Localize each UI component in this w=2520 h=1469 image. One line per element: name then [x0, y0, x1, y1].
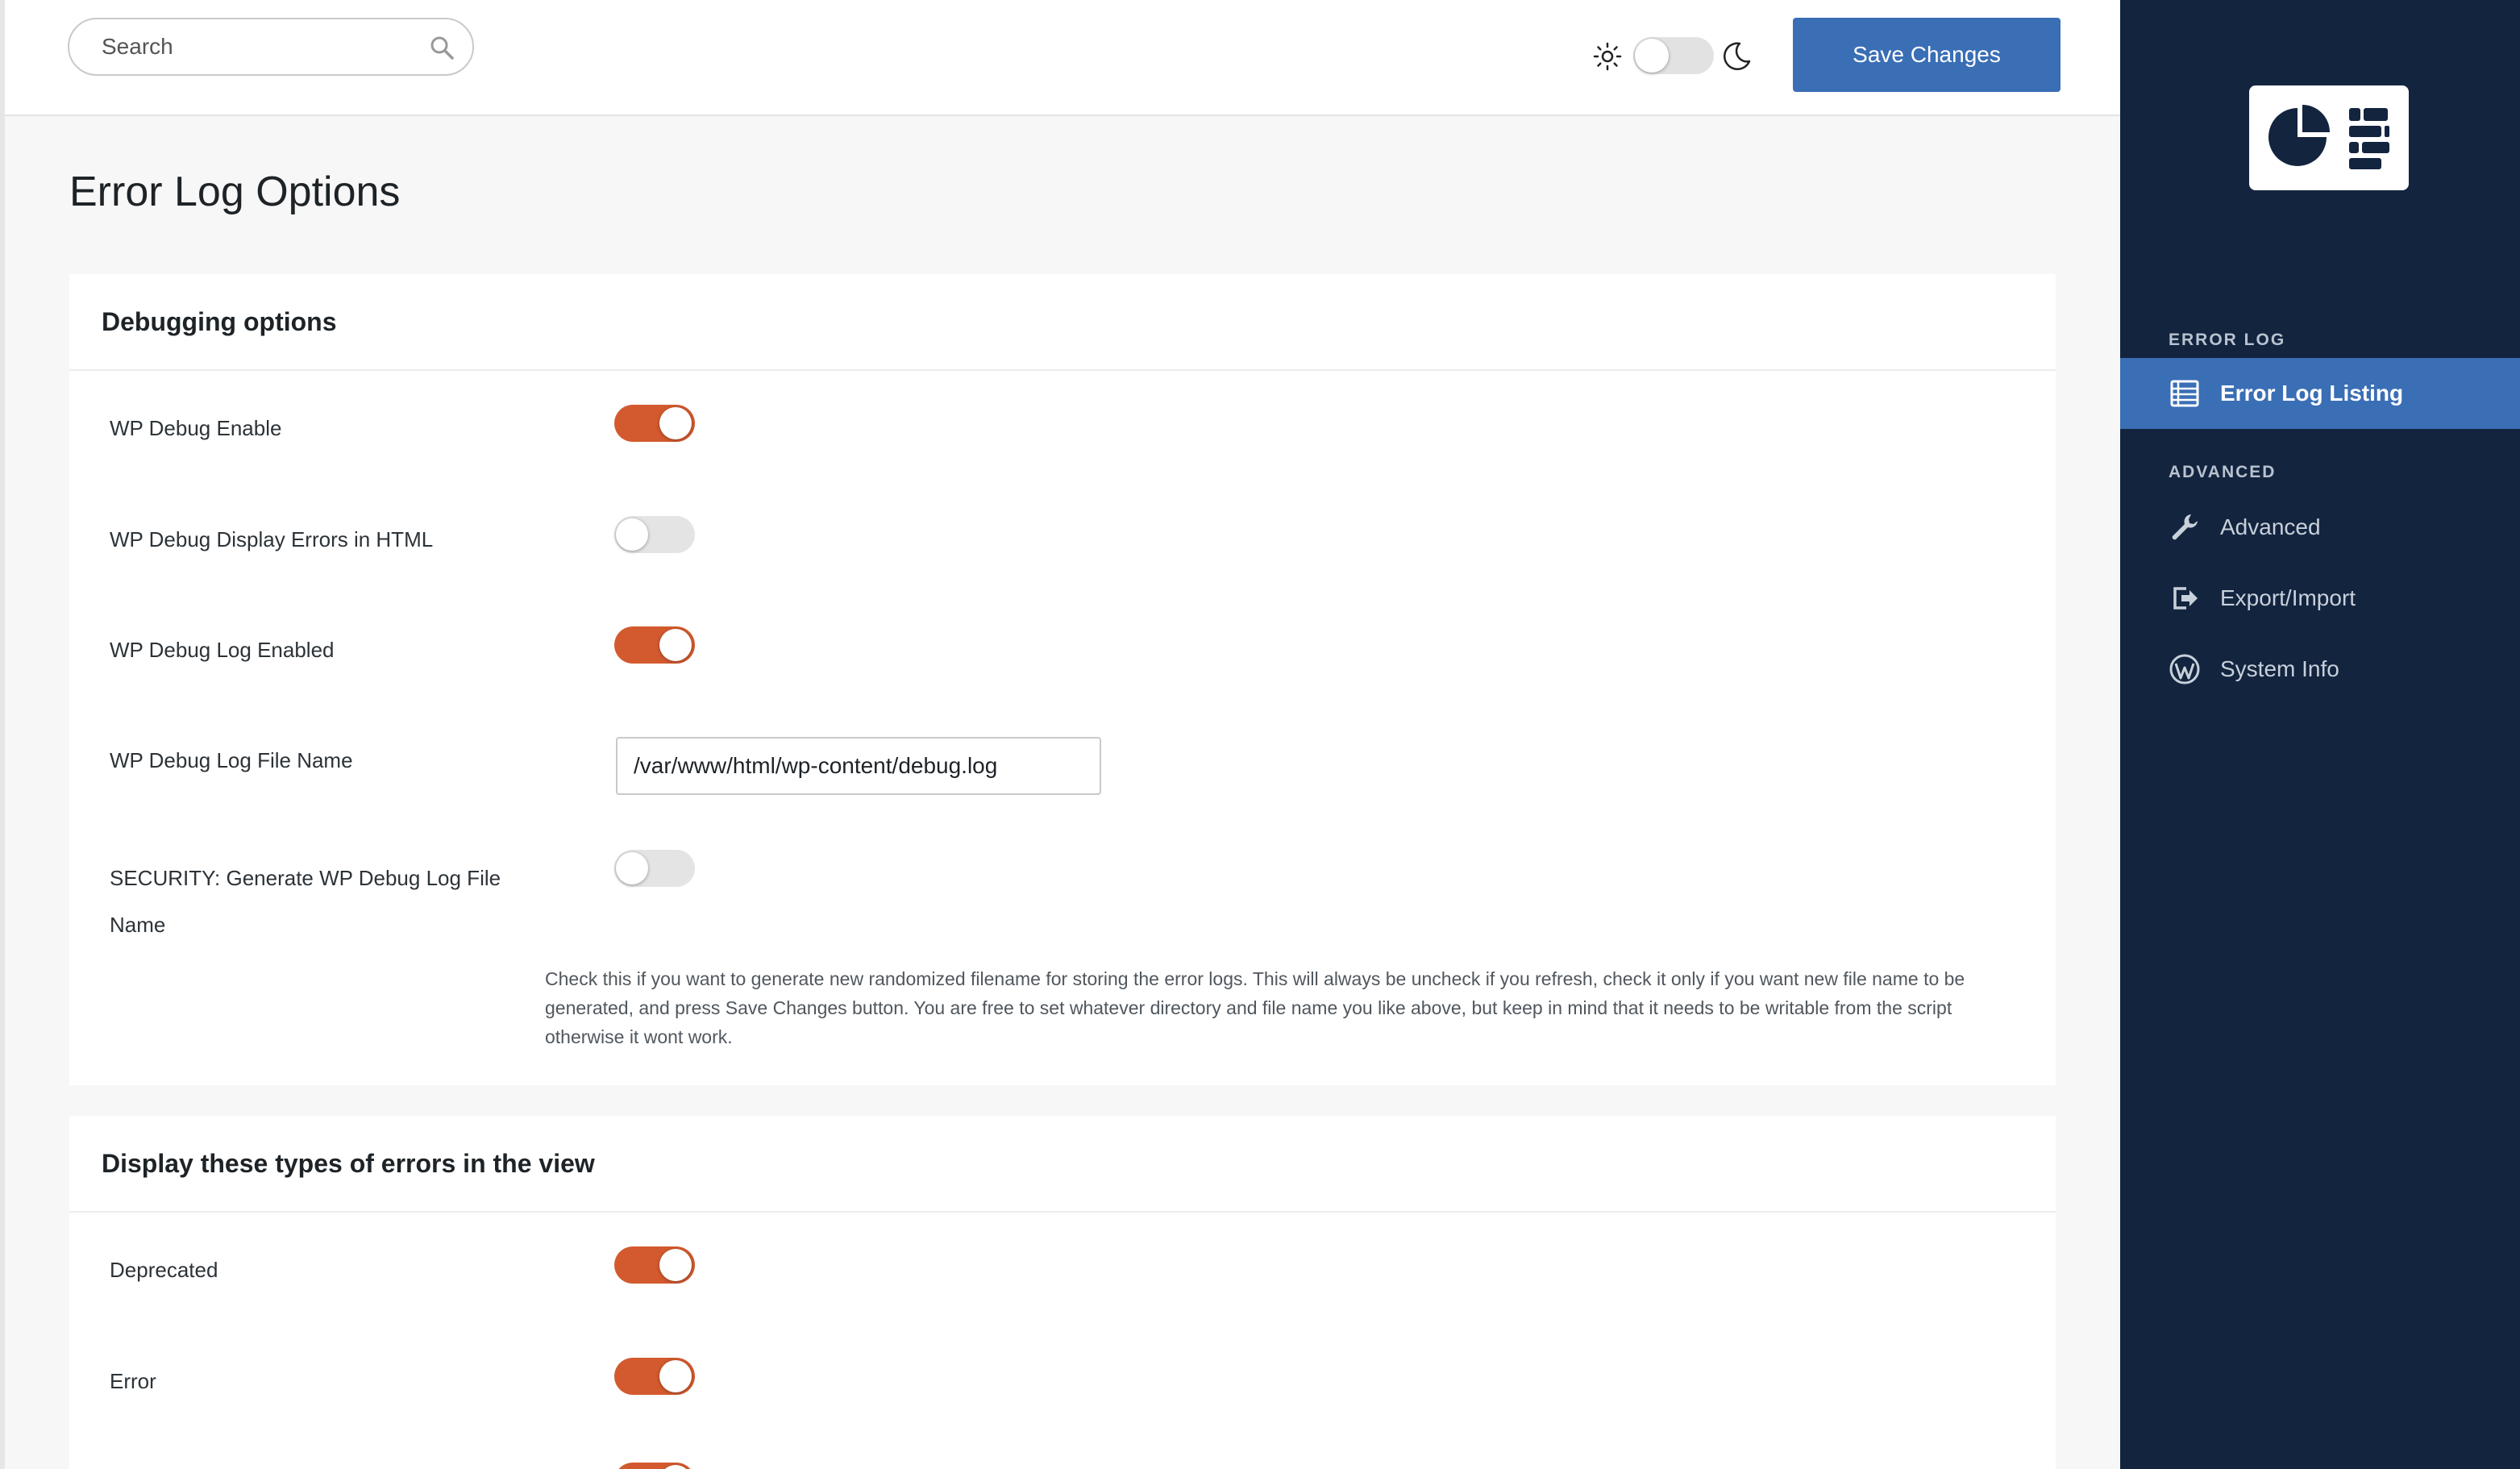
- app-root: Save Changes Error Log Options Debugging…: [0, 0, 2520, 1469]
- export-icon: [2173, 587, 2198, 610]
- next-setting-toggle[interactable]: [614, 1463, 695, 1469]
- app-logo: [2249, 85, 2409, 190]
- sidebar-item-label: Export/Import: [2220, 585, 2356, 610]
- section-heading: Display these types of errors in the vie…: [102, 1148, 595, 1178]
- toggle-knob: [659, 1360, 692, 1392]
- moon-icon: [1724, 42, 1751, 70]
- search-icon[interactable]: [429, 35, 455, 60]
- sidebar-heading-advanced: ADVANCED: [2169, 463, 2277, 481]
- toggle-knob: [1635, 39, 1669, 73]
- log-file-name-input[interactable]: [616, 737, 1101, 795]
- wrench-icon: [2172, 514, 2198, 540]
- toggle-knob: [659, 629, 692, 661]
- list-icon: [2170, 380, 2199, 407]
- logo-icon: [2268, 105, 2389, 169]
- sidebar-item-advanced[interactable]: Advanced: [2120, 492, 2520, 563]
- sidebar-heading-error-log: ERROR LOG: [2169, 331, 2286, 349]
- sidebar-item-label: Error Log Listing: [2220, 381, 2404, 406]
- save-changes-button[interactable]: Save Changes: [1793, 18, 2060, 92]
- sidebar-item-label: Advanced: [2220, 514, 2321, 539]
- security-help-text: Check this if you want to generate new r…: [545, 968, 1965, 1047]
- deprecated-toggle[interactable]: [614, 1246, 695, 1284]
- left-edge-divider: [0, 0, 5, 1469]
- card-header: Display these types of errors in the vie…: [69, 1116, 2056, 1213]
- sidebar-item-label: System Info: [2220, 656, 2339, 681]
- wp-debug-log-toggle[interactable]: [614, 626, 695, 664]
- card-header: Debugging options: [69, 274, 2056, 371]
- toggle-knob: [659, 407, 692, 439]
- error-toggle[interactable]: [614, 1358, 695, 1395]
- setting-label: WP Debug Enable: [110, 416, 282, 440]
- sidebar: ERROR LOG Error Log Listing ADVANCED Adv…: [2120, 0, 2520, 1469]
- toggle-knob: [659, 1465, 692, 1469]
- setting-label: WP Debug Log Enabled: [110, 638, 335, 662]
- toggle-knob: [616, 518, 648, 551]
- sidebar-item-system-info[interactable]: System Info: [2120, 634, 2520, 705]
- setting-label: WP Debug Display Errors in HTML: [110, 527, 434, 551]
- dark-mode-toggle[interactable]: [1633, 37, 1714, 74]
- security-generate-toggle[interactable]: [614, 850, 695, 887]
- debugging-options-card: Debugging options WP Debug Enable WP Deb…: [69, 274, 2056, 1085]
- sun-icon: [1593, 42, 1622, 71]
- setting-label: SECURITY: Generate WP Debug Log File Nam…: [110, 866, 501, 937]
- sidebar-item-error-log-listing[interactable]: Error Log Listing: [2120, 358, 2520, 429]
- sidebar-item-export-import[interactable]: Export/Import: [2120, 563, 2520, 634]
- setting-label: Deprecated: [110, 1258, 218, 1282]
- search-box[interactable]: [68, 18, 474, 76]
- wp-debug-enable-toggle[interactable]: [614, 405, 695, 442]
- search-input[interactable]: [102, 19, 408, 74]
- section-heading: Debugging options: [102, 306, 337, 336]
- page-title: Error Log Options: [69, 169, 401, 215]
- setting-label: WP Debug Log File Name: [110, 748, 353, 772]
- setting-label: Error: [110, 1369, 156, 1393]
- error-types-card: Display these types of errors in the vie…: [69, 1116, 2056, 1469]
- wp-debug-display-toggle[interactable]: [614, 516, 695, 553]
- wordpress-icon: [2169, 654, 2200, 685]
- toggle-knob: [659, 1249, 692, 1281]
- toggle-knob: [616, 852, 648, 884]
- top-bar: Save Changes: [5, 0, 2120, 116]
